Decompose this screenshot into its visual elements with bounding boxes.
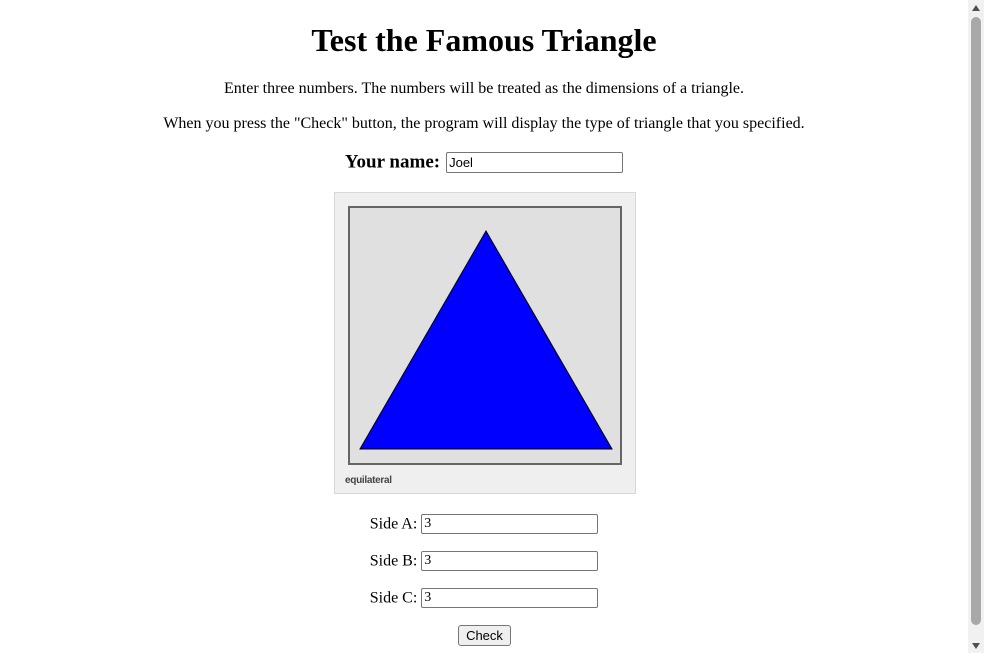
check-instructions-text: When you press the "Check" button, the p… <box>163 115 805 132</box>
triangle-display: equilateral <box>334 192 636 494</box>
side-c-row: Side C: <box>0 587 968 609</box>
name-row: Your name: <box>0 150 968 174</box>
side-b-label: Side B: <box>369 552 418 570</box>
side-b-input[interactable] <box>421 551 599 572</box>
vertical-scrollbar[interactable] <box>968 0 984 653</box>
side-c-input[interactable] <box>421 588 599 609</box>
page-title: Test the Famous Triangle <box>311 22 657 58</box>
side-c-label: Side C: <box>369 589 418 607</box>
side-a-input[interactable] <box>421 514 599 535</box>
page: Test the Famous Triangle Enter three num… <box>0 0 968 653</box>
side-b-row: Side B: <box>0 550 968 572</box>
name-label: Your name: <box>344 151 441 173</box>
side-a-label: Side A: <box>369 515 418 533</box>
side-a-row: Side A: <box>0 513 968 535</box>
triangle-canvas <box>348 206 622 465</box>
scrollbar-thumb[interactable] <box>971 17 981 625</box>
scroll-down-arrow-icon[interactable] <box>972 643 980 649</box>
check-button[interactable]: Check <box>458 625 511 646</box>
triangle-type-label: equilateral <box>345 475 392 486</box>
instructions-text: Enter three numbers. The numbers will be… <box>224 80 744 97</box>
name-input[interactable] <box>446 151 624 173</box>
scroll-up-arrow-icon[interactable] <box>972 5 980 11</box>
